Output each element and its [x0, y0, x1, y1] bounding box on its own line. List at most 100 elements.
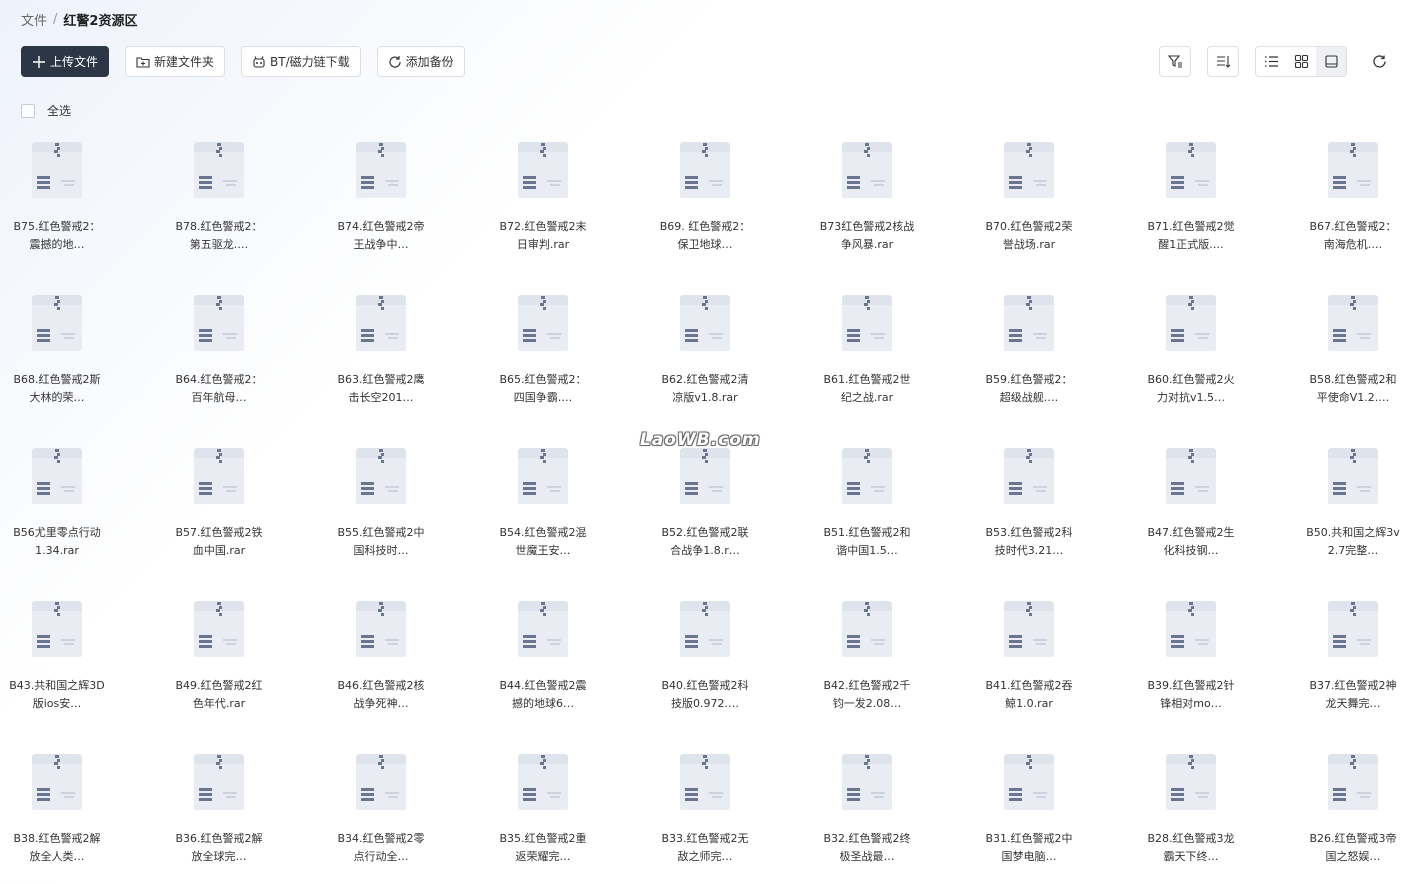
file-item[interactable]: B28.红色警戒3龙霸天下终… — [1110, 740, 1272, 884]
file-item[interactable]: B38.红色警戒2解放全人类… — [0, 740, 138, 884]
zip-file-icon — [1004, 448, 1054, 504]
zip-file-icon — [1160, 597, 1222, 659]
zip-file-icon — [836, 597, 898, 659]
zip-file-icon — [998, 291, 1060, 353]
file-item[interactable]: B71.红色警戒2觉醒1正式版.… — [1110, 128, 1272, 281]
zip-file-icon — [1166, 142, 1216, 198]
large-icon-view-button[interactable] — [1316, 47, 1346, 76]
zip-file-icon — [1004, 601, 1054, 657]
file-item[interactable]: B47.红色警戒2生化科技钢… — [1110, 434, 1272, 587]
file-item[interactable]: B60.红色警戒2火力对抗v1.5… — [1110, 281, 1272, 434]
upload-button[interactable]: 上传文件 — [21, 46, 109, 77]
file-item[interactable]: B51.红色警戒2和谐中国1.5… — [786, 434, 948, 587]
file-item[interactable]: B73红色警戒2核战争风暴.rar — [786, 128, 948, 281]
file-item[interactable]: B70.红色警戒2荣誉战场.rar — [948, 128, 1110, 281]
zip-file-icon — [1166, 295, 1216, 351]
refresh-button[interactable] — [1368, 46, 1390, 77]
file-item[interactable]: B63.红色警戒2鹰击长空201… — [300, 281, 462, 434]
file-item[interactable]: B68.红色警戒2斯大林的荣… — [0, 281, 138, 434]
upload-label: 上传文件 — [50, 55, 99, 69]
zip-file-icon — [350, 750, 412, 812]
file-item[interactable]: B50.共和国之辉3v2.7完整… — [1272, 434, 1408, 587]
zip-file-icon — [356, 142, 406, 198]
zip-file-icon — [674, 597, 736, 659]
file-item[interactable]: B31.红色警戒2中国梦电脑… — [948, 740, 1110, 884]
file-item[interactable]: B49.红色警戒2红色年代.rar — [138, 587, 300, 740]
file-name: B61.红色警戒2世纪之战.rar — [823, 373, 911, 404]
file-item[interactable]: B34.红色警戒2零点行动全… — [300, 740, 462, 884]
file-item[interactable]: B59.红色警戒2：超级战舰.… — [948, 281, 1110, 434]
new-folder-button[interactable]: 新建文件夹 — [125, 46, 226, 77]
file-item[interactable]: B33.红色警戒2无敌之师完… — [624, 740, 786, 884]
zip-file-icon — [350, 444, 412, 506]
breadcrumb-root[interactable]: 文件 — [21, 10, 47, 29]
sort-button[interactable] — [1207, 46, 1239, 77]
zip-file-icon — [350, 597, 412, 659]
file-item[interactable]: B32.红色警戒2终极圣战最… — [786, 740, 948, 884]
file-item[interactable]: B44.红色警戒2震撼的地球6… — [462, 587, 624, 740]
file-name: B38.红色警戒2解放全人类… — [13, 832, 101, 863]
select-all[interactable]: 全选 — [21, 102, 71, 119]
zip-file-icon — [26, 750, 88, 812]
file-item[interactable]: B55.红色警戒2中国科技时… — [300, 434, 462, 587]
file-name: B67.红色警戒2：南海危机.… — [1309, 220, 1397, 251]
file-item[interactable]: B75.红色警戒2：震撼的地… — [0, 128, 138, 281]
breadcrumb: 文件 / 红警2资源区 — [21, 10, 137, 29]
file-item[interactable]: B64.红色警戒2：百年航母… — [138, 281, 300, 434]
file-item[interactable]: B56尤里零点行动1.34.rar — [0, 434, 138, 587]
folder-plus-icon — [136, 56, 150, 68]
file-item[interactable]: B42.红色警戒2千钧一发2.08… — [786, 587, 948, 740]
bt-download-button[interactable]: BT/磁力链下载 — [241, 46, 361, 77]
zip-file-icon — [26, 138, 88, 200]
file-item[interactable]: B26.红色警戒3帝国之怒娱… — [1272, 740, 1408, 884]
file-item[interactable]: B39.红色警戒2针锋相对mo… — [1110, 587, 1272, 740]
file-name: B64.红色警戒2：百年航母… — [175, 373, 263, 404]
zip-file-icon — [1328, 142, 1378, 198]
file-item[interactable]: B54.红色警戒2混世魔王安… — [462, 434, 624, 587]
file-item[interactable]: B46.红色警戒2核战争死神… — [300, 587, 462, 740]
add-backup-button[interactable]: 添加备份 — [376, 46, 465, 77]
zip-file-icon — [1322, 597, 1384, 659]
file-item[interactable]: B78.红色警戒2：第五驱龙.… — [138, 128, 300, 281]
file-name: B44.红色警戒2震撼的地球6… — [499, 679, 587, 710]
file-name: B51.红色警戒2和谐中国1.5… — [823, 526, 911, 557]
file-item[interactable]: B61.红色警戒2世纪之战.rar — [786, 281, 948, 434]
file-name: B36.红色警戒2解放全球完… — [175, 832, 263, 863]
zip-file-icon — [356, 754, 406, 810]
file-item[interactable]: B58.红色警戒2和平使命V1.2.… — [1272, 281, 1408, 434]
file-name: B28.红色警戒3龙霸天下终… — [1147, 832, 1235, 863]
watermark: LaoWB.com — [640, 430, 761, 450]
breadcrumb-current: 红警2资源区 — [63, 14, 138, 29]
zip-file-icon — [998, 597, 1060, 659]
grid-view-button[interactable] — [1286, 47, 1316, 76]
file-name: B69. 红色警戒2：保卫地球… — [659, 220, 751, 251]
file-item[interactable]: B69. 红色警戒2：保卫地球… — [624, 128, 786, 281]
file-item[interactable]: B53.红色警戒2科技时代3.21… — [948, 434, 1110, 587]
file-item[interactable]: B43.共和国之辉3D版ios安… — [0, 587, 138, 740]
file-item[interactable]: B67.红色警戒2：南海危机.… — [1272, 128, 1408, 281]
file-item[interactable]: B40.红色警戒2科技版0.972.… — [624, 587, 786, 740]
file-item[interactable]: B57.红色警戒2铁血中国.rar — [138, 434, 300, 587]
file-name: B59.红色警戒2：超级战舰.… — [985, 373, 1073, 404]
toolbar: 上传文件 新建文件夹 BT/磁力链下载 添加备份 — [21, 46, 465, 77]
file-item[interactable]: B37.红色警戒2神龙天舞完… — [1272, 587, 1408, 740]
zip-file-icon — [356, 295, 406, 351]
zip-file-icon — [512, 750, 574, 812]
file-item[interactable]: B74.红色警戒2帝王战争中… — [300, 128, 462, 281]
file-item[interactable]: B35.红色警戒2重返荣耀完… — [462, 740, 624, 884]
file-item[interactable]: B72.红色警戒2末日审判.rar — [462, 128, 624, 281]
file-item[interactable]: B62.红色警戒2清凉版v1.8.rar — [624, 281, 786, 434]
file-item[interactable]: B41.红色警戒2吞鲸1.0.rar — [948, 587, 1110, 740]
file-item[interactable]: B36.红色警戒2解放全球完… — [138, 740, 300, 884]
file-name: B78.红色警戒2：第五驱龙.… — [175, 220, 263, 251]
zip-file-icon — [1322, 291, 1384, 353]
zip-file-icon — [1328, 601, 1378, 657]
list-view-button[interactable] — [1256, 47, 1286, 76]
select-all-checkbox[interactable] — [21, 103, 35, 118]
zip-file-icon — [1160, 138, 1222, 200]
file-item[interactable]: B52.红色警戒2联合战争1.8.r… — [624, 434, 786, 587]
file-item[interactable]: B65.红色警戒2：四国争霸.… — [462, 281, 624, 434]
zip-file-icon — [680, 601, 730, 657]
filter-button[interactable] — [1159, 46, 1191, 77]
file-name: B49.红色警戒2红色年代.rar — [175, 679, 263, 710]
